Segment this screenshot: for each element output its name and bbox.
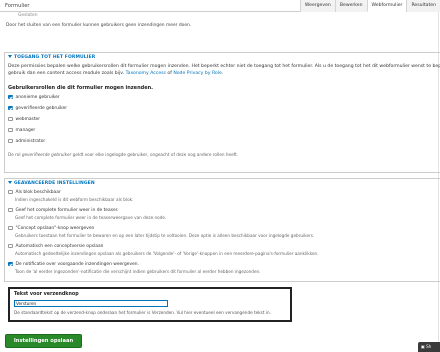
checkbox-icon[interactable] (8, 243, 13, 249)
advanced-option-help: Geef het complete formulier weer in de t… (15, 215, 167, 220)
submit-text-input[interactable] (14, 300, 168, 307)
roles-help: De rol geverifieerde gebruiker geldt voo… (8, 152, 239, 157)
collapse-triangle-icon (8, 181, 12, 184)
role-option[interactable]: manager (8, 127, 35, 133)
tab-bewerken[interactable]: Bewerken (334, 0, 367, 12)
save-settings-button[interactable]: Instellingen opslaan (5, 334, 82, 348)
access-legend[interactable]: TOEGANG TOT HET FORMULIER (8, 55, 95, 60)
advanced-option[interactable]: Automatisch een conceptversie opslaan (8, 243, 103, 249)
checkbox-checked-icon[interactable] (8, 94, 13, 100)
page-title: Formulier (5, 3, 30, 9)
role-option[interactable]: anonieme gebruiker (8, 94, 60, 100)
role-option[interactable]: geverifieerde gebruiker (8, 105, 67, 111)
tab-webformulier[interactable]: Webformulier (366, 0, 407, 12)
checkbox-checked-icon[interactable] (8, 105, 13, 111)
advanced-option[interactable]: Als blok beschikbaar (8, 189, 61, 195)
submit-text-description: De standaardtekst op de verzend-knop ond… (14, 310, 271, 315)
node-privacy-link[interactable]: Node Privacy by Role (173, 71, 222, 76)
advanced-option[interactable]: "Concept opslaan"-knop weergeven (8, 225, 94, 231)
advanced-option[interactable]: Geef het complete formulier weer in de t… (8, 207, 119, 213)
access-description: Deze permissies bepalen welke gebruikers… (8, 64, 440, 76)
submit-text-box: Tekst voor verzendknop De standaardtekst… (8, 287, 292, 322)
access-fieldset: TOEGANG TOT HET FORMULIER Deze permissie… (4, 52, 440, 173)
chat-icon: ▣ (421, 344, 425, 349)
submit-text-heading: Tekst voor verzendknop (14, 292, 79, 297)
advanced-fieldset: GEAVANCEERDE INSTELLINGEN Als blok besch… (4, 178, 440, 282)
advanced-option-help: Automatisch gedeeltelijke inzendingen op… (15, 251, 319, 256)
chat-button[interactable]: ▣ Sh (418, 342, 440, 352)
checkbox-icon[interactable] (8, 138, 13, 144)
checkbox-icon[interactable] (8, 225, 13, 231)
checkbox-checked-icon[interactable] (8, 261, 13, 267)
checkbox-icon[interactable] (8, 127, 13, 133)
roles-heading: Gebruikersrollen die dit formulier mogen… (8, 85, 154, 91)
collapse-triangle-icon (8, 55, 12, 58)
checkbox-icon[interactable] (8, 189, 13, 195)
status-description: Door het sluiten van een formulier kunne… (6, 23, 192, 28)
checkbox-icon[interactable] (8, 207, 13, 213)
advanced-legend[interactable]: GEAVANCEERDE INSTELLINGEN (8, 181, 95, 186)
checkbox-icon[interactable] (8, 116, 13, 122)
status-closed-option[interactable]: Gesloten (18, 13, 38, 18)
advanced-option-help: Toon de 'al eerder ingezonden'-notificat… (15, 269, 261, 274)
tabs: Weergeven Bewerken Webformulier Resultat… (299, 0, 440, 12)
advanced-option[interactable]: De notificatie over voorgaande inzending… (8, 261, 139, 267)
advanced-option-help: Gebruikers toestaan het formulier te bew… (15, 233, 315, 238)
tab-weergeven[interactable]: Weergeven (299, 0, 335, 12)
tab-bar: Formulier Weergeven Bewerken Webformulie… (0, 0, 440, 12)
role-option[interactable]: administrator (8, 138, 45, 144)
tab-resultaten[interactable]: Resultaten (406, 0, 440, 12)
advanced-option-help: Indien ingeschakeld is dit webform besch… (15, 197, 134, 202)
role-option[interactable]: webmaster (8, 116, 40, 122)
taxonomy-access-link[interactable]: Taxonomy Access (126, 71, 166, 76)
